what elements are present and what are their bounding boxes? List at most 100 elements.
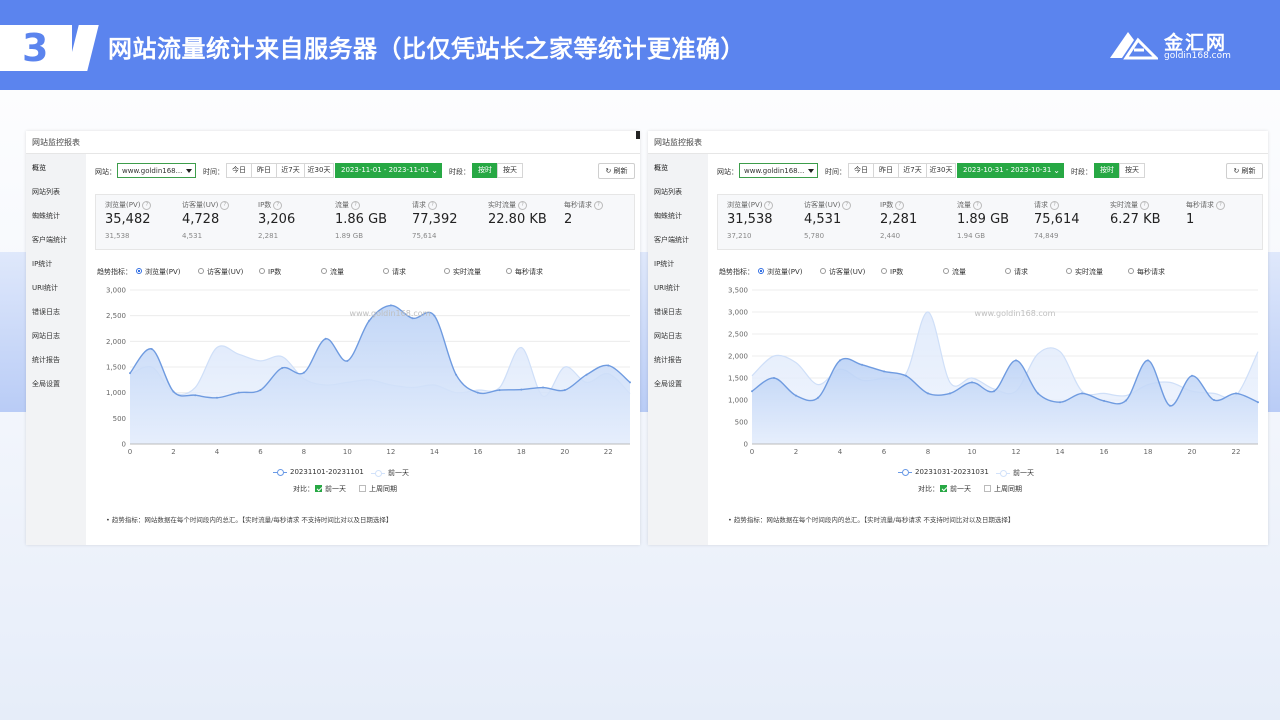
data-point — [476, 391, 479, 394]
metric-radio[interactable]: 流量 — [321, 267, 344, 277]
sidebar-item[interactable]: 网站列表 — [32, 187, 60, 197]
sidebar-item[interactable]: 蜘蛛统计 — [32, 211, 60, 221]
help-icon[interactable]: ? — [973, 200, 982, 210]
y-tick-label: 2,000 — [728, 353, 748, 361]
stat-previous: 4,531 — [182, 232, 203, 240]
refresh-button[interactable]: ↻ 刷新 — [1226, 163, 1263, 179]
help-icon[interactable]: ? — [351, 200, 360, 210]
help-icon[interactable]: ? — [273, 200, 283, 210]
metric-radio[interactable]: IP数 — [259, 267, 281, 277]
sidebar-item[interactable]: 错误日志 — [32, 307, 60, 317]
compare-last-week[interactable]: 上周同期 — [984, 484, 1022, 494]
refresh-button[interactable]: ↻ 刷新 — [598, 163, 635, 179]
x-tick-label: 20 — [560, 448, 569, 456]
range-button[interactable]: 近30天 — [926, 163, 956, 178]
help-icon[interactable]: ? — [1140, 200, 1149, 210]
series-current-area — [752, 358, 1258, 444]
period-hourly-button[interactable]: 按时 — [472, 163, 498, 178]
x-tick-label: 16 — [1100, 448, 1109, 456]
sidebar-item[interactable]: 网站日志 — [32, 331, 60, 341]
help-icon[interactable]: ? — [220, 200, 230, 210]
metric-radio[interactable]: 每秒请求 — [506, 267, 543, 277]
data-point — [455, 373, 458, 376]
sidebar-item[interactable]: 客户端统计 — [654, 235, 689, 245]
metric-radio[interactable]: 流量 — [943, 267, 966, 277]
legend-current[interactable]: 20231101-20231101 — [273, 468, 364, 476]
range-button[interactable]: 近7天 — [898, 163, 927, 178]
compare-last-week[interactable]: 上周同期 — [359, 484, 397, 494]
chart-watermark: www.goldin168.com — [975, 309, 1056, 318]
date-range-picker[interactable]: 2023-11-01 - 2023-11-01 ⌄ — [335, 163, 442, 178]
sidebar-item[interactable]: URI统计 — [654, 283, 680, 293]
sidebar-item[interactable]: 网站日志 — [654, 331, 682, 341]
help-icon[interactable]: ? — [1050, 200, 1059, 210]
stat-label: 每秒请求 — [564, 201, 592, 209]
sidebar-item[interactable]: 网站列表 — [654, 187, 682, 197]
compare-previous-day[interactable]: 前一天 — [315, 484, 346, 494]
metric-radio[interactable]: IP数 — [881, 267, 903, 277]
metric-radio[interactable]: 浏览量(PV) — [758, 267, 802, 277]
metric-radio[interactable]: 请求 — [1005, 267, 1028, 277]
sidebar-item[interactable]: 概览 — [32, 163, 46, 173]
legend-current[interactable]: 20231031-20231031 — [898, 468, 989, 476]
compare-previous-day[interactable]: 前一天 — [940, 484, 971, 494]
help-icon[interactable]: ? — [428, 200, 437, 210]
sidebar-item[interactable]: URI统计 — [32, 283, 58, 293]
legend-previous[interactable]: 前一天 — [371, 468, 409, 478]
data-point — [346, 359, 349, 362]
help-icon[interactable]: ? — [142, 200, 152, 210]
sidebar-item[interactable]: 错误日志 — [654, 307, 682, 317]
sidebar-item[interactable]: 客户端统计 — [32, 235, 67, 245]
metric-radio[interactable]: 实时流量 — [1066, 267, 1103, 277]
site-select[interactable]: www.goldin168... — [739, 163, 818, 178]
metric-radio[interactable]: 实时流量 — [444, 267, 481, 277]
range-button[interactable]: 今日 — [226, 163, 252, 178]
y-tick-label: 3,000 — [728, 309, 748, 317]
data-point — [215, 396, 218, 399]
metric-radio[interactable]: 访客量(UV) — [198, 267, 243, 277]
range-button[interactable]: 昨日 — [251, 163, 277, 178]
period-hourly-button[interactable]: 按时 — [1094, 163, 1120, 178]
legend-previous-label: 前一天 — [388, 469, 409, 477]
sidebar-item[interactable]: IP统计 — [654, 259, 674, 269]
time-label: 时间： — [203, 168, 224, 176]
metric-label: 请求 — [392, 268, 406, 276]
stat-value: 2 — [564, 212, 573, 227]
sidebar-item[interactable]: 统计报告 — [654, 355, 682, 365]
site-select[interactable]: www.goldin168... — [117, 163, 196, 178]
sidebar-item[interactable]: 蜘蛛统计 — [654, 211, 682, 221]
legend-previous[interactable]: 前一天 — [996, 468, 1034, 478]
help-icon[interactable]: ? — [842, 200, 852, 210]
y-tick-label: 500 — [113, 415, 126, 423]
x-tick-label: 0 — [128, 448, 132, 456]
period-daily-button[interactable]: 按天 — [1119, 163, 1145, 178]
sidebar-item[interactable]: 全局设置 — [32, 379, 60, 389]
metric-radio[interactable]: 访客量(UV) — [820, 267, 865, 277]
checkbox-icon — [359, 484, 366, 492]
help-icon[interactable]: ? — [518, 200, 527, 210]
help-icon[interactable]: ? — [594, 200, 603, 210]
data-point — [150, 348, 153, 351]
metric-radio[interactable]: 浏览量(PV) — [136, 267, 180, 277]
help-icon[interactable]: ? — [764, 200, 774, 210]
sidebar-item[interactable]: IP统计 — [32, 259, 52, 269]
data-point — [368, 319, 371, 322]
metric-radio[interactable]: 请求 — [383, 267, 406, 277]
compare-label: 对比： — [293, 485, 314, 493]
sidebar-item[interactable]: 概览 — [654, 163, 668, 173]
date-range-picker[interactable]: 2023-10-31 - 2023-10-31 ⌄ — [957, 163, 1064, 178]
logo-mark-icon — [1110, 32, 1158, 60]
period-daily-button[interactable]: 按天 — [497, 163, 523, 178]
metric-radio[interactable]: 每秒请求 — [1128, 267, 1165, 277]
sidebar-item[interactable]: 统计报告 — [32, 355, 60, 365]
range-button[interactable]: 昨日 — [873, 163, 899, 178]
stat-value: 1 — [1186, 212, 1195, 227]
sidebar-item[interactable]: 全局设置 — [654, 379, 682, 389]
range-button[interactable]: 近7天 — [276, 163, 305, 178]
range-button[interactable]: 今日 — [848, 163, 874, 178]
stat-value: 4,531 — [804, 212, 842, 227]
help-icon[interactable]: ? — [1216, 200, 1225, 210]
range-button[interactable]: 近30天 — [304, 163, 334, 178]
help-icon[interactable]: ? — [895, 200, 905, 210]
caret-down-icon — [808, 169, 814, 173]
